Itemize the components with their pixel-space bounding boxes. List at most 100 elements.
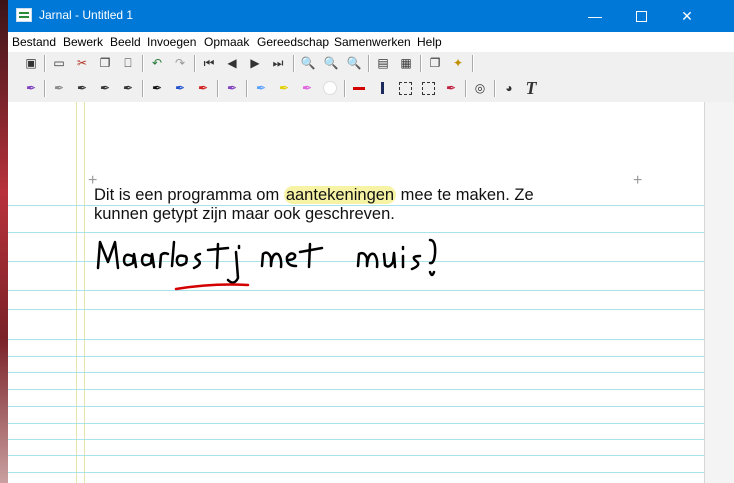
redo-icon: ↷ (174, 56, 186, 70)
next-page-button[interactable]: ▶ (246, 54, 264, 72)
minimize-icon: — (588, 8, 602, 24)
minimize-button[interactable]: — (572, 0, 618, 32)
next-page-icon: ▶ (250, 56, 260, 70)
copy-button[interactable]: ❐ (96, 54, 114, 72)
menu-bestand[interactable]: Bestand (12, 35, 56, 49)
fat-pen-button[interactable]: ✒ (119, 79, 137, 97)
zoom-in-icon: 🔍 (300, 56, 316, 70)
text-tool-button[interactable]: T (522, 78, 540, 98)
menu-opmaak[interactable]: Opmaak (204, 35, 249, 49)
insert-page-icon: ✦ (452, 56, 464, 70)
grid-view-button[interactable]: ▦ (397, 54, 415, 72)
insert-page-button[interactable]: ✦ (449, 54, 467, 72)
text-cursor-button[interactable] (373, 79, 391, 97)
select-area-icon (421, 81, 435, 95)
red-pen-button[interactable]: ✒ (194, 79, 212, 97)
black-pen-icon: ✒ (151, 81, 163, 95)
textbox-corner-handle[interactable]: + (633, 172, 642, 190)
paste-icon: ⎕ (124, 55, 132, 70)
fine-pen-button[interactable]: ✒ (50, 79, 68, 97)
globe-icon: ◕ (505, 81, 513, 95)
menu-help[interactable]: Help (417, 35, 442, 49)
line-icon (353, 86, 365, 90)
marker-button[interactable]: ✒ (442, 79, 460, 97)
paste-button[interactable]: ⎕ (119, 54, 137, 72)
fine-pen-icon: ✒ (53, 81, 65, 95)
red-pen-icon: ✒ (197, 81, 209, 95)
zoom-fit-button[interactable]: 🔍 (345, 54, 363, 72)
pen-icon: ✒ (25, 81, 37, 95)
blue-highlighter-button[interactable]: ✒ (252, 79, 270, 97)
previous-page-button[interactable]: ◀ (223, 54, 241, 72)
text-line-2: kunnen getypt zijn maar ook geschreven. (94, 205, 395, 223)
cut-icon: ✂ (76, 56, 88, 70)
page-layout-icon: ▤ (377, 56, 389, 70)
app-icon (16, 8, 32, 22)
save-button[interactable]: ▣ (22, 54, 40, 72)
menu-invoegen[interactable]: Invoegen (147, 35, 196, 49)
marker-icon: ✒ (445, 81, 457, 95)
fat-pen-icon: ✒ (122, 81, 134, 95)
title-bar[interactable]: Jarnal - Untitled 1 — ✕ (8, 0, 734, 32)
undo-button[interactable]: ↶ (148, 54, 166, 72)
select-button[interactable] (396, 79, 414, 97)
window-title: Jarnal - Untitled 1 (39, 8, 134, 22)
menu-bar: Bestand Bewerk Beeld Invoegen Opmaak Ger… (8, 32, 734, 52)
app-window: Jarnal - Untitled 1 — ✕ Bestand Bewerk B… (8, 0, 734, 483)
zoom-out-button[interactable]: 🔍 (322, 54, 340, 72)
medium-pen-icon: ✒ (76, 81, 88, 95)
background-button[interactable]: ◎ (471, 79, 489, 97)
first-page-icon: ⏮ (203, 55, 215, 70)
menu-samenwerken[interactable]: Samenwerken (334, 35, 411, 49)
maximize-button[interactable] (618, 0, 664, 32)
yellow-highlighter-icon: ✒ (278, 81, 290, 95)
pink-highlighter-button[interactable]: ✒ (298, 79, 316, 97)
previous-page-icon: ◀ (227, 56, 237, 70)
eraser-button[interactable]: ▭ (50, 54, 68, 72)
heavy-pen-icon: ✒ (99, 81, 111, 95)
copy-icon: ❐ (99, 56, 111, 70)
background-icon: ◎ (474, 81, 486, 95)
menu-gereedschap[interactable]: Gereedschap (257, 35, 329, 49)
zoom-in-button[interactable]: 🔍 (299, 54, 317, 72)
notebook-page[interactable]: + + Dit is een programma om aantekeninge… (8, 102, 704, 483)
zoom-out-icon: 🔍 (323, 56, 339, 70)
circle-icon (323, 81, 337, 95)
text-line-1-end: mee te maken. Ze (396, 186, 534, 204)
pen-color-button[interactable]: ✒ (22, 79, 40, 97)
page-side-area (704, 102, 734, 483)
last-page-icon: ⏭ (272, 55, 284, 70)
highlighted-word: aantekeningen (283, 186, 397, 204)
menu-bewerk[interactable]: Bewerk (63, 35, 103, 49)
typed-text-box[interactable]: Dit is een programma om aantekeningen me… (94, 186, 624, 224)
yellow-highlighter-button[interactable]: ✒ (275, 79, 293, 97)
close-button[interactable]: ✕ (664, 0, 710, 32)
new-page-button[interactable]: ❐ (426, 54, 444, 72)
web-button[interactable]: ◕ (500, 79, 518, 97)
last-page-button[interactable]: ⏭ (269, 54, 287, 72)
text-line-1-start: Dit is een programma om (94, 186, 284, 204)
blue-pen-button[interactable]: ✒ (171, 79, 189, 97)
toolbar: ▣ ▭ ✂ ❐ ⎕ ↶ ↷ ⏮ ◀ ▶ ⏭ 🔍 🔍 🔍 ▤ ▦ ❐ ✦ ✒ ✒ … (8, 52, 734, 103)
close-icon: ✕ (681, 7, 693, 24)
white-eraser-button[interactable] (321, 79, 339, 97)
blue-highlighter-icon: ✒ (255, 81, 267, 95)
pink-highlighter-icon: ✒ (301, 81, 313, 95)
page-layout-button[interactable]: ▤ (374, 54, 392, 72)
menu-beeld[interactable]: Beeld (110, 35, 141, 49)
cursor-icon (380, 82, 384, 94)
grid-icon: ▦ (400, 56, 412, 70)
line-button[interactable] (350, 79, 368, 97)
maximize-icon (635, 10, 647, 22)
heavy-pen-button[interactable]: ✒ (96, 79, 114, 97)
first-page-button[interactable]: ⏮ (200, 54, 218, 72)
cut-button[interactable]: ✂ (73, 54, 91, 72)
select-area-button[interactable] (419, 79, 437, 97)
undo-icon: ↶ (151, 56, 163, 70)
medium-pen-button[interactable]: ✒ (73, 79, 91, 97)
redo-button[interactable]: ↷ (171, 54, 189, 72)
pen-style-button[interactable]: ✒ (223, 79, 241, 97)
pen-style-icon: ✒ (226, 81, 238, 95)
black-pen-button[interactable]: ✒ (148, 79, 166, 97)
handwriting-text: Maar lostig met muis! (8, 102, 9, 103)
